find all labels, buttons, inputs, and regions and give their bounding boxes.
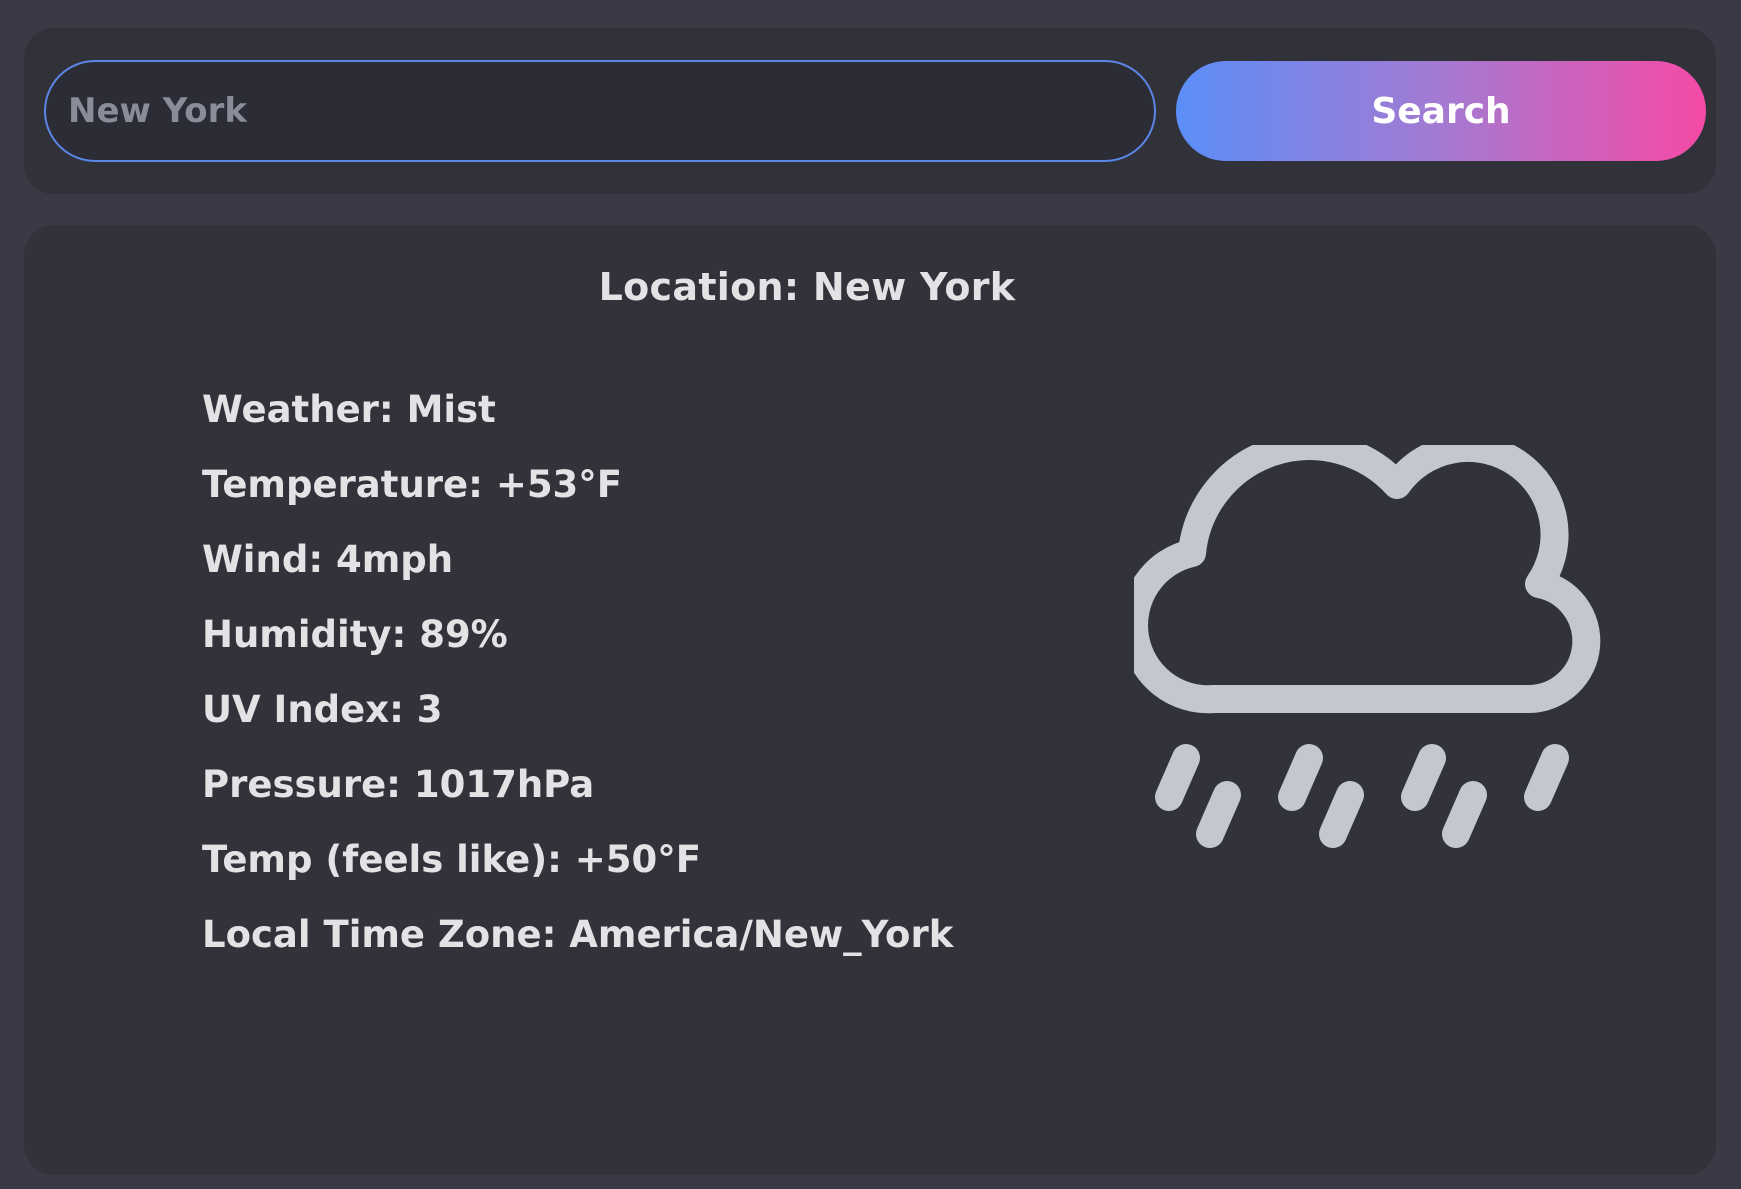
search-button[interactable]: Search	[1176, 61, 1706, 161]
temperature: Temperature: +53°F	[202, 463, 623, 506]
search-panel: Search	[24, 28, 1716, 194]
pressure: Pressure: 1017hPa	[202, 763, 595, 806]
feels-like-temperature: Temp (feels like): +50°F	[202, 838, 702, 881]
cloud-rain-icon	[1134, 445, 1601, 848]
location-heading: Location: New York	[598, 265, 1016, 309]
weather-details-list: Weather: Mist Temperature: +53°F Wind: 4…	[202, 385, 953, 985]
humidity: Humidity: 89%	[202, 613, 508, 656]
weather-result-panel: Location: New York Weather: Mist Tempera…	[24, 225, 1716, 1175]
local-time-zone: Local Time Zone: America/New_York	[202, 913, 954, 956]
uv-index: UV Index: 3	[202, 688, 443, 731]
wind-speed: Wind: 4mph	[202, 538, 454, 581]
weather-condition: Weather: Mist	[202, 388, 496, 431]
search-input[interactable]	[44, 60, 1156, 162]
